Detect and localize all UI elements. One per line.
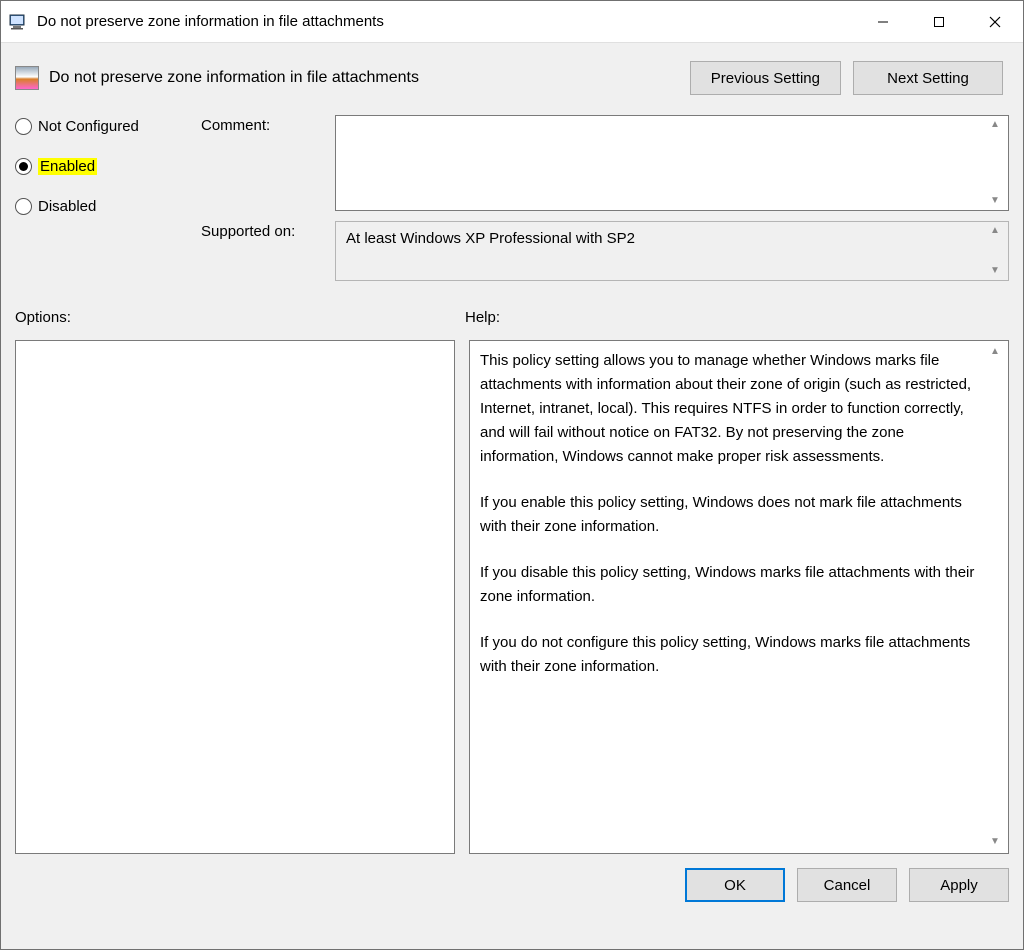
help-pane: This policy setting allows you to manage… bbox=[469, 340, 1009, 854]
radio-label: Not Configured bbox=[38, 118, 139, 135]
close-button[interactable] bbox=[967, 1, 1023, 42]
chevron-down-icon[interactable]: ▼ bbox=[990, 837, 1004, 847]
chevron-up-icon: ▲ bbox=[990, 226, 1004, 236]
radio-disabled[interactable]: Disabled bbox=[15, 195, 185, 217]
policy-editor-window: Do not preserve zone information in file… bbox=[0, 0, 1024, 950]
help-paragraph: If you do not configure this policy sett… bbox=[480, 631, 986, 679]
radio-enabled[interactable]: Enabled bbox=[15, 155, 185, 177]
help-label: Help: bbox=[465, 309, 1009, 326]
help-paragraph: If you disable this policy setting, Wind… bbox=[480, 561, 986, 609]
policy-icon bbox=[15, 66, 39, 90]
state-radio-group: Not Configured Enabled Disabled bbox=[15, 115, 185, 281]
next-setting-button[interactable]: Next Setting bbox=[853, 61, 1003, 95]
maximize-button[interactable] bbox=[911, 1, 967, 42]
ok-button[interactable]: OK bbox=[685, 868, 785, 902]
help-paragraph: This policy setting allows you to manage… bbox=[480, 349, 986, 469]
comment-label: Comment: bbox=[201, 115, 319, 211]
config-row: Not Configured Enabled Disabled Comment:… bbox=[1, 107, 1023, 285]
client-area: Do not preserve zone information in file… bbox=[1, 43, 1023, 949]
policy-name: Do not preserve zone information in file… bbox=[49, 69, 680, 87]
options-label: Options: bbox=[15, 309, 465, 326]
gpedit-icon bbox=[9, 12, 29, 32]
radio-label: Enabled bbox=[38, 158, 97, 175]
radio-label: Disabled bbox=[38, 198, 96, 215]
previous-setting-button[interactable]: Previous Setting bbox=[690, 61, 841, 95]
cancel-button[interactable]: Cancel bbox=[797, 868, 897, 902]
supported-on-value: At least Windows XP Professional with SP… bbox=[335, 221, 1009, 281]
panes-row: This policy setting allows you to manage… bbox=[1, 334, 1023, 854]
window-title: Do not preserve zone information in file… bbox=[37, 13, 384, 30]
fields-column: Comment: ▲ ▼ Supported on: At least Wind… bbox=[201, 115, 1009, 281]
chevron-down-icon[interactable]: ▼ bbox=[990, 196, 1004, 206]
radio-icon bbox=[15, 198, 32, 215]
minimize-button[interactable] bbox=[855, 1, 911, 42]
header-row: Do not preserve zone information in file… bbox=[1, 43, 1023, 107]
pane-labels: Options: Help: bbox=[1, 285, 1023, 334]
window-controls bbox=[855, 1, 1023, 42]
chevron-up-icon[interactable]: ▲ bbox=[990, 120, 1004, 130]
options-pane bbox=[15, 340, 455, 854]
radio-icon bbox=[15, 158, 32, 175]
help-paragraph: If you enable this policy setting, Windo… bbox=[480, 491, 986, 539]
radio-icon bbox=[15, 118, 32, 135]
chevron-down-icon: ▼ bbox=[990, 266, 1004, 276]
comment-input[interactable]: ▲ ▼ bbox=[335, 115, 1009, 211]
apply-button[interactable]: Apply bbox=[909, 868, 1009, 902]
supported-on-label: Supported on: bbox=[201, 221, 319, 281]
titlebar: Do not preserve zone information in file… bbox=[1, 1, 1023, 43]
chevron-up-icon[interactable]: ▲ bbox=[990, 347, 1004, 357]
dialog-footer: OK Cancel Apply bbox=[1, 854, 1023, 916]
radio-not-configured[interactable]: Not Configured bbox=[15, 115, 185, 137]
